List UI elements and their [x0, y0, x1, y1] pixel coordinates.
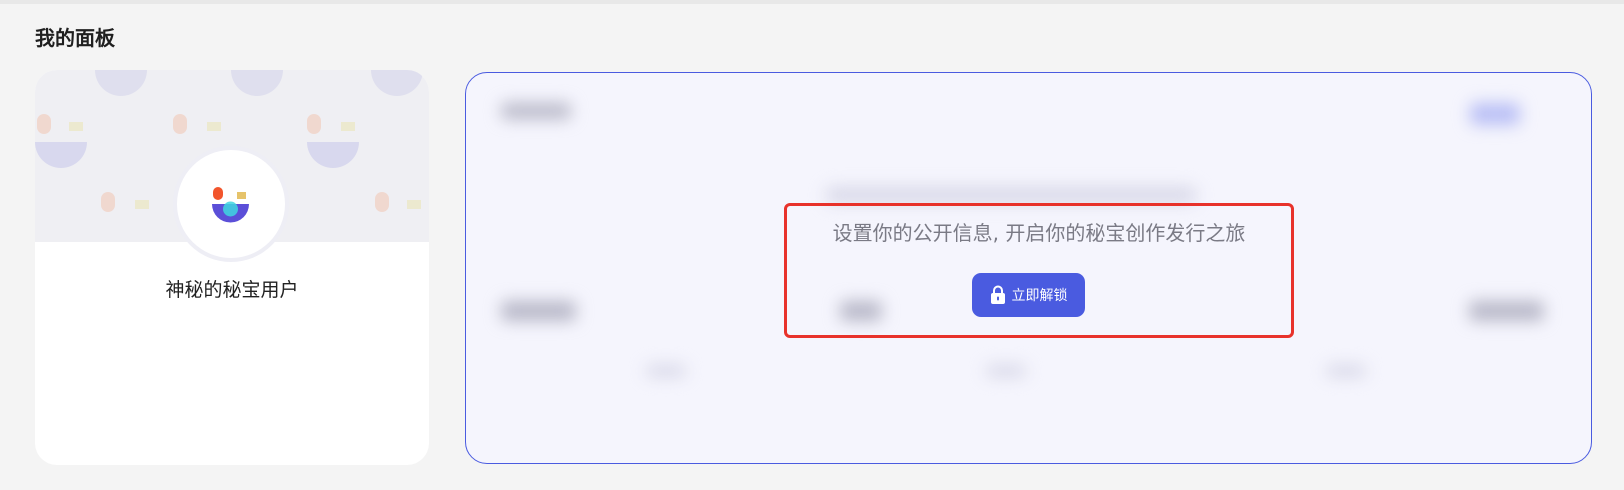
smile-face-icon	[212, 187, 249, 223]
top-divider	[0, 0, 1624, 4]
banner-pattern	[375, 192, 389, 212]
blurred-content	[1470, 103, 1520, 125]
banner-pattern	[207, 122, 221, 131]
banner-pattern	[95, 70, 147, 96]
banner-pattern	[341, 122, 355, 131]
banner-pattern	[35, 142, 87, 168]
page-title: 我的面板	[35, 26, 115, 50]
banner-pattern	[173, 114, 187, 134]
username: 神秘的秘宝用户	[165, 279, 299, 301]
profile-card: 神秘的秘宝用户	[35, 70, 429, 465]
banner-pattern	[407, 200, 421, 209]
unlock-button[interactable]: 立即解锁	[972, 273, 1085, 317]
banner-pattern	[135, 200, 149, 209]
banner-pattern	[307, 142, 359, 168]
banner-pattern	[101, 192, 115, 212]
blurred-content	[646, 365, 686, 377]
lock-icon	[990, 285, 1005, 304]
blurred-content	[1326, 365, 1366, 377]
blurred-content	[826, 187, 1196, 203]
blurred-content	[501, 301, 576, 321]
avatar[interactable]	[177, 150, 285, 258]
banner-pattern	[37, 114, 51, 134]
unlock-button-label: 立即解锁	[1011, 288, 1068, 304]
banner-pattern	[231, 70, 283, 96]
blurred-content	[1469, 301, 1544, 321]
banner-pattern	[371, 70, 423, 96]
banner-pattern	[307, 114, 321, 134]
banner-pattern	[69, 122, 83, 131]
blurred-content	[501, 103, 571, 119]
blurred-content	[986, 365, 1026, 377]
unlock-message: 设置你的公开信息, 开启你的秘宝创作发行之旅	[832, 221, 1246, 245]
